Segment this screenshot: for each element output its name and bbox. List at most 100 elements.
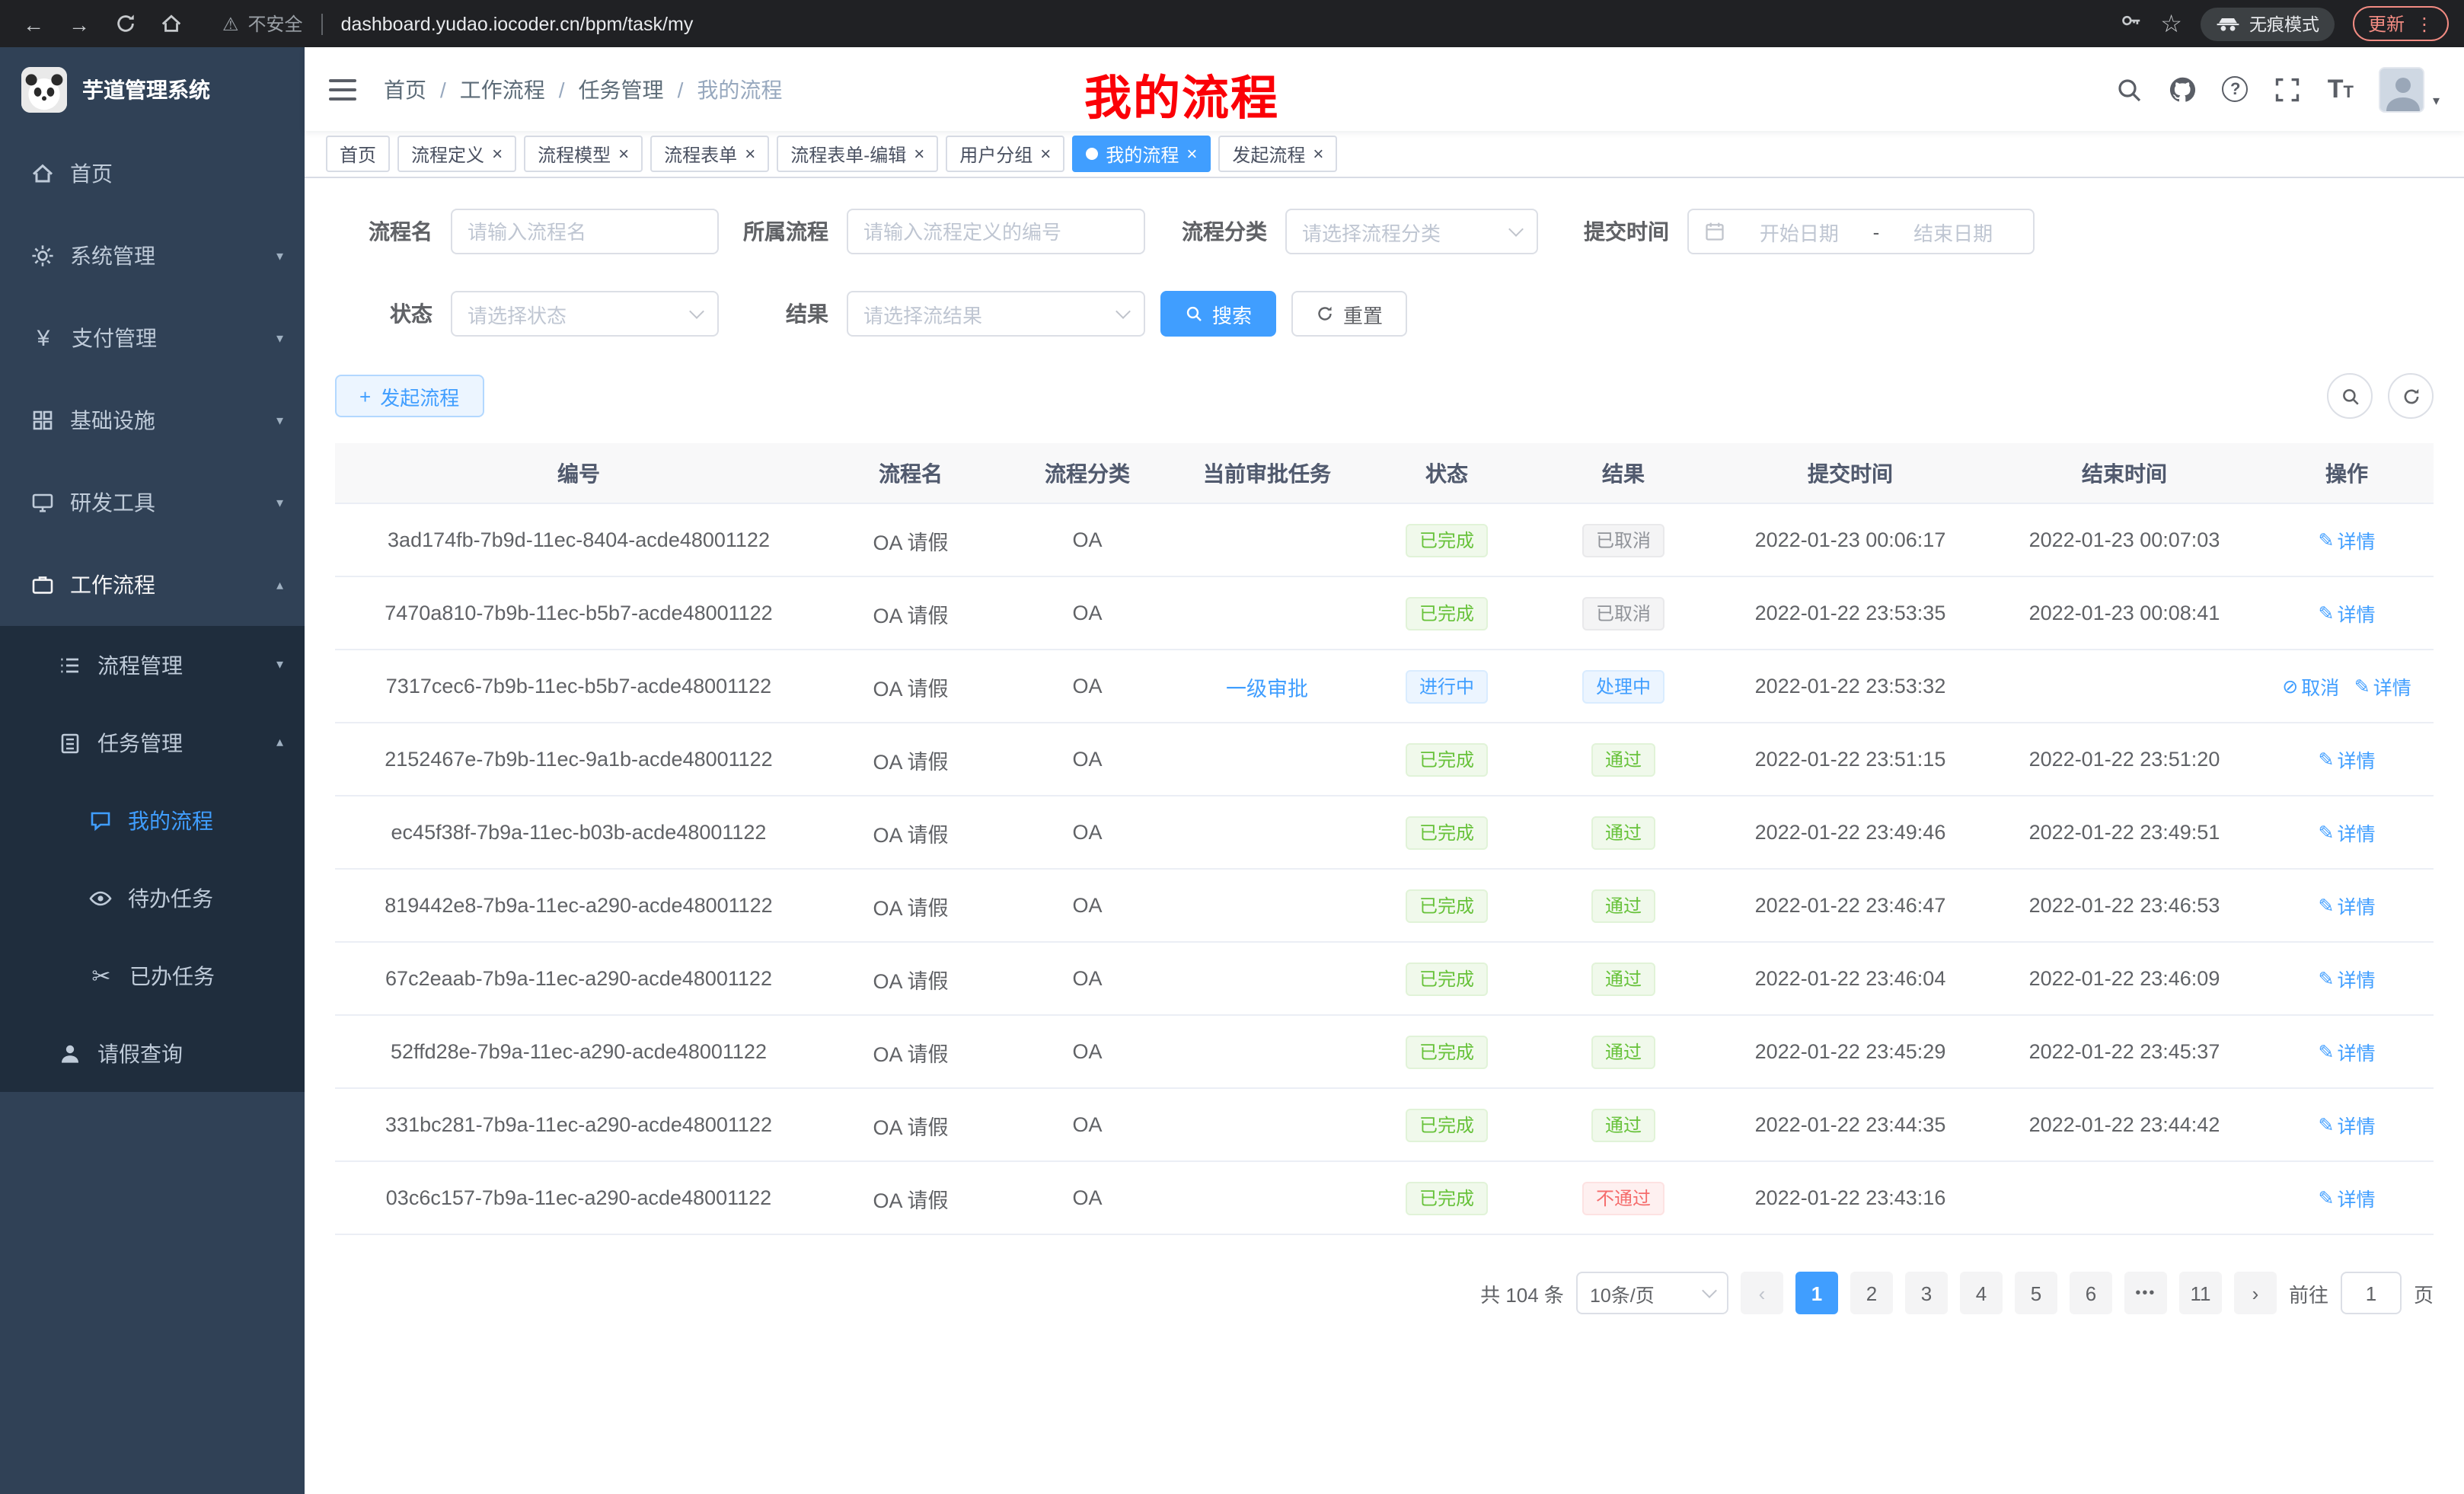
page-button-2[interactable]: 2: [1850, 1272, 1893, 1314]
column-header-result: 结果: [1535, 458, 1712, 488]
detail-link[interactable]: ✎详情: [2319, 1110, 2376, 1139]
close-icon[interactable]: ×: [618, 145, 629, 163]
cancel-link[interactable]: ⊘取消: [2282, 672, 2339, 701]
tab-process-form[interactable]: 流程表单×: [650, 136, 769, 172]
cell-category: OA: [999, 1186, 1176, 1209]
sidebar-item-payment[interactable]: ¥ 支付管理 ▾: [0, 297, 305, 379]
tab-user-group[interactable]: 用户分组×: [946, 136, 1064, 172]
close-icon[interactable]: ×: [1186, 145, 1197, 163]
home-icon[interactable]: [152, 5, 189, 42]
sidebar-item-todo-tasks[interactable]: 待办任务: [0, 859, 305, 937]
close-icon[interactable]: ×: [492, 145, 503, 163]
page-button-1[interactable]: 1: [1795, 1272, 1838, 1314]
current-task-link[interactable]: 一级审批: [1226, 677, 1308, 700]
date-separator: -: [1873, 220, 1880, 243]
warning-icon: ⚠: [222, 13, 239, 34]
address-bar[interactable]: dashboard.yudao.iocoder.cn/bpm/task/my: [341, 13, 2120, 34]
detail-link[interactable]: ✎详情: [2354, 672, 2411, 701]
tab-process-definition[interactable]: 流程定义×: [397, 136, 516, 172]
tab-home[interactable]: 首页: [326, 136, 390, 172]
detail-link[interactable]: ✎详情: [2319, 599, 2376, 627]
search-icon[interactable]: [2116, 75, 2143, 103]
tab-start-process[interactable]: 发起流程×: [1218, 136, 1337, 172]
status-select[interactable]: 请选择状态: [451, 291, 719, 337]
sidebar-item-workflow[interactable]: 工作流程 ▴: [0, 544, 305, 626]
help-icon[interactable]: ?: [2223, 76, 2249, 102]
sidebar-item-task-management[interactable]: 任务管理 ▴: [0, 704, 305, 781]
refresh-table-button[interactable]: [2388, 373, 2434, 419]
tab-my-process[interactable]: 我的流程×: [1072, 136, 1211, 172]
chat-icon: [88, 808, 113, 832]
github-icon[interactable]: [2169, 75, 2197, 103]
sidebar-item-my-process[interactable]: 我的流程: [0, 781, 305, 859]
breadcrumb-task-management[interactable]: 任务管理: [579, 74, 664, 104]
chevron-down-icon: [1702, 1282, 1717, 1298]
cell-name: OA 请假: [822, 817, 999, 848]
process-def-input[interactable]: [847, 209, 1145, 254]
app-logo[interactable]: 芋道管理系统: [0, 47, 305, 132]
detail-link[interactable]: ✎详情: [2319, 964, 2376, 993]
page-button-4[interactable]: 4: [1960, 1272, 2003, 1314]
sidebar-item-leave-query[interactable]: 请假查询: [0, 1014, 305, 1092]
sidebar-item-home[interactable]: 首页: [0, 132, 305, 215]
result-label: 结果: [719, 298, 847, 329]
more-pages-button[interactable]: •••: [2124, 1272, 2167, 1314]
reset-button[interactable]: 重置: [1291, 291, 1407, 337]
detail-link[interactable]: ✎详情: [2319, 745, 2376, 774]
tab-process-model[interactable]: 流程模型×: [524, 136, 643, 172]
cell-category: OA: [999, 1113, 1176, 1136]
result-select[interactable]: 请选择流结果: [847, 291, 1145, 337]
cell-id: 2152467e-7b9b-11ec-9a1b-acde48001122: [335, 748, 822, 771]
sidebar-item-done-tasks[interactable]: ✂ 已办任务: [0, 937, 305, 1014]
user-menu[interactable]: ▾: [2379, 66, 2440, 112]
search-button[interactable]: 搜索: [1160, 291, 1276, 337]
breadcrumb-separator: /: [678, 77, 684, 101]
monitor-icon: [30, 490, 55, 515]
tab-process-form-edit[interactable]: 流程表单-编辑×: [777, 136, 938, 172]
sidebar: 芋道管理系统 首页 系统管理 ▾ ¥ 支付管理 ▾ 基础设施 ▾ 研发工具 ▾: [0, 47, 305, 1494]
category-select[interactable]: 请选择流程分类: [1285, 209, 1538, 254]
sidebar-item-devtools[interactable]: 研发工具 ▾: [0, 461, 305, 544]
key-icon[interactable]: [2119, 8, 2142, 39]
detail-link[interactable]: ✎详情: [2319, 1183, 2376, 1212]
result-badge: 通过: [1591, 816, 1655, 849]
sidebar-item-system[interactable]: 系统管理 ▾: [0, 215, 305, 297]
cell-name: OA 请假: [822, 598, 999, 628]
browser-update-button[interactable]: 更新 ⋮: [2353, 6, 2449, 41]
breadcrumb-workflow[interactable]: 工作流程: [460, 74, 545, 104]
close-icon[interactable]: ×: [1040, 145, 1051, 163]
close-icon[interactable]: ×: [1313, 145, 1323, 163]
font-size-icon[interactable]: TT: [2328, 74, 2354, 104]
close-icon[interactable]: ×: [745, 145, 755, 163]
start-process-button[interactable]: + 发起流程: [335, 375, 484, 417]
page-button-3[interactable]: 3: [1905, 1272, 1948, 1314]
forward-icon[interactable]: →: [61, 5, 97, 42]
close-icon[interactable]: ×: [914, 145, 924, 163]
next-page-button[interactable]: ›: [2234, 1272, 2277, 1314]
detail-link[interactable]: ✎详情: [2319, 818, 2376, 847]
hamburger-icon[interactable]: [329, 78, 356, 100]
detail-link[interactable]: ✎详情: [2319, 1037, 2376, 1066]
detail-link[interactable]: ✎详情: [2319, 891, 2376, 920]
sidebar-item-infrastructure[interactable]: 基础设施 ▾: [0, 379, 305, 461]
sidebar-item-process-management[interactable]: 流程管理 ▾: [0, 626, 305, 704]
page-size-select[interactable]: 10条/页: [1576, 1272, 1728, 1314]
bookmark-star-icon[interactable]: ☆: [2160, 8, 2182, 39]
result-badge: 已取消: [1582, 596, 1664, 630]
hide-search-button[interactable]: [2327, 373, 2373, 419]
fullscreen-icon[interactable]: [2274, 75, 2302, 103]
page-button-6[interactable]: 6: [2070, 1272, 2112, 1314]
page-jump-input[interactable]: [2341, 1272, 2402, 1314]
back-icon[interactable]: ←: [15, 5, 52, 42]
prev-page-button[interactable]: ‹: [1741, 1272, 1783, 1314]
incognito-label: 无痕模式: [2249, 11, 2319, 36]
process-name-input[interactable]: [451, 209, 719, 254]
cell-id: 7470a810-7b9b-11ec-b5b7-acde48001122: [335, 602, 822, 624]
page-button-11[interactable]: 11: [2179, 1272, 2222, 1314]
breadcrumb-home[interactable]: 首页: [384, 74, 426, 104]
submit-time-range-picker[interactable]: 开始日期 - 结束日期: [1687, 209, 2035, 254]
detail-link[interactable]: ✎详情: [2319, 525, 2376, 554]
reload-icon[interactable]: [107, 5, 143, 42]
page-button-5[interactable]: 5: [2015, 1272, 2057, 1314]
site-security-chip[interactable]: ⚠ 不安全: [222, 11, 303, 37]
